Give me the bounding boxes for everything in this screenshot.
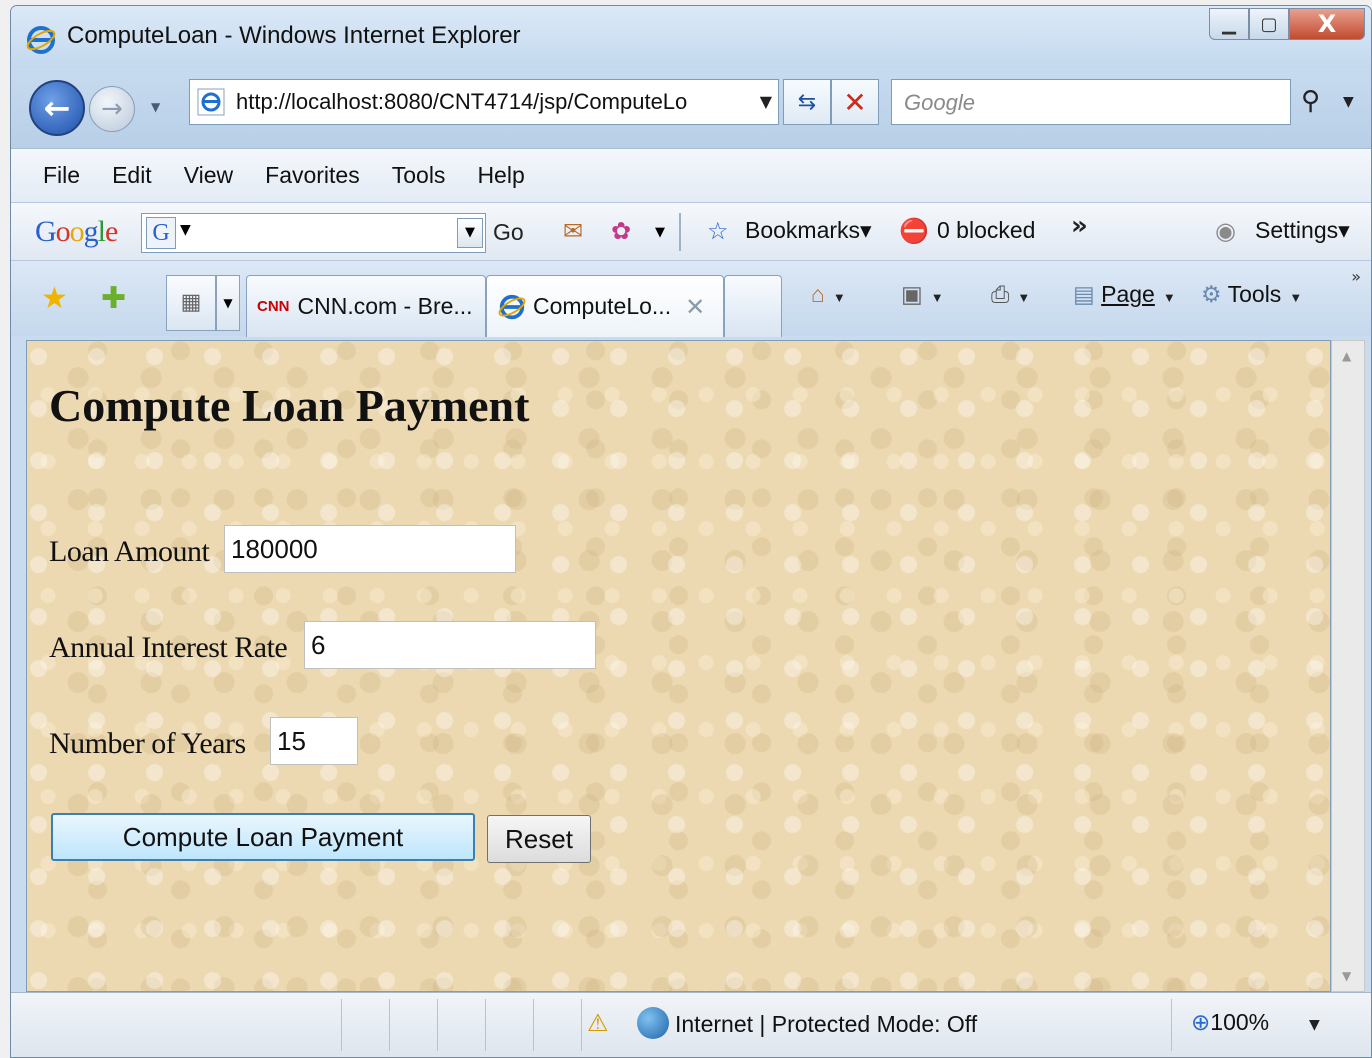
popup-blocker-icon[interactable]: ⛔ xyxy=(899,217,929,245)
menu-bar: File Edit View Favorites Tools Help xyxy=(11,148,1371,202)
zoom-level[interactable]: ⊕100% xyxy=(1191,1009,1269,1036)
window-controls: ▁ ▢ X xyxy=(1209,8,1365,40)
quick-tabs-icon[interactable]: ▦ xyxy=(166,275,216,331)
back-button[interactable]: ← xyxy=(29,80,85,136)
close-button[interactable]: X xyxy=(1289,8,1365,40)
google-toolbar: Google G ▼ ▼ Go ✉ ✿ ▼ ☆ Bookmarks▾ ⛔ 0 b… xyxy=(11,202,1371,260)
settings-icon[interactable]: ◉ xyxy=(1215,217,1236,245)
status-divider xyxy=(533,999,534,1051)
refresh-button[interactable]: ⇆ xyxy=(783,79,831,125)
stop-button[interactable]: ✕ xyxy=(831,79,879,125)
ie-icon xyxy=(26,26,56,54)
minimize-button[interactable]: ▁ xyxy=(1209,8,1249,40)
google-g-icon[interactable]: G xyxy=(146,217,176,249)
bookmarks-button[interactable]: Bookmarks▾ xyxy=(745,217,872,244)
feeds-icon[interactable]: ▣ ▼ xyxy=(901,281,944,308)
page-icon xyxy=(197,88,225,116)
gear-icon: ⚙ xyxy=(1201,281,1222,307)
scroll-down-icon[interactable]: ▼ xyxy=(1342,969,1351,983)
ie-icon xyxy=(498,294,526,319)
zoom-dropdown-icon[interactable]: ▼ xyxy=(1309,1017,1320,1033)
tab-label: CNN.com - Bre... xyxy=(297,293,473,319)
vertical-scrollbar[interactable]: ▲ ▼ xyxy=(1331,340,1365,992)
google-search-field[interactable]: G ▼ ▼ xyxy=(141,213,486,253)
status-divider xyxy=(485,999,486,1051)
reset-button[interactable]: Reset xyxy=(487,815,591,863)
pagerank-icon[interactable]: ✿ xyxy=(611,217,631,245)
tools-menu-button[interactable]: ⚙ Tools ▼ xyxy=(1201,281,1302,308)
tab-computeloan[interactable]: ComputeLo... ✕ xyxy=(486,275,724,337)
menu-tools[interactable]: Tools xyxy=(392,162,446,189)
status-bar: ⚠ Internet | Protected Mode: Off ⊕100% ▼ xyxy=(11,992,1371,1057)
print-icon[interactable]: ⎙ ▼ xyxy=(991,281,1030,308)
globe-icon xyxy=(637,1007,669,1039)
forward-button[interactable]: → xyxy=(89,86,135,132)
google-history-dropdown-icon[interactable]: ▼ xyxy=(457,218,483,248)
maximize-button[interactable]: ▢ xyxy=(1249,8,1289,40)
page-menu-label: Page xyxy=(1101,281,1155,307)
tools-menu-label: Tools xyxy=(1227,281,1282,307)
more-commands-chevron-icon[interactable]: » xyxy=(1351,267,1361,286)
search-options-dropdown-icon[interactable]: ▼ xyxy=(1343,94,1354,110)
loan-amount-input[interactable] xyxy=(224,525,516,573)
cnn-icon: CNN xyxy=(257,298,290,315)
status-divider xyxy=(1171,999,1172,1051)
interest-rate-label: Annual Interest Rate xyxy=(49,631,288,664)
menu-file[interactable]: File xyxy=(43,162,80,189)
window-title: ComputeLoan - Windows Internet Explorer xyxy=(67,22,521,49)
more-chevron-icon[interactable]: » xyxy=(1071,211,1088,241)
settings-button[interactable]: Settings▾ xyxy=(1255,217,1350,244)
zoom-value: 100% xyxy=(1210,1009,1270,1035)
close-tab-icon[interactable]: ✕ xyxy=(685,293,705,321)
add-to-favorites-icon[interactable]: ✚ xyxy=(101,281,126,316)
security-zone-status[interactable]: Internet | Protected Mode: Off xyxy=(675,1011,977,1038)
status-divider xyxy=(437,999,438,1051)
page-menu-button[interactable]: ▤ Page ▼ xyxy=(1073,281,1176,308)
favorites-center-icon[interactable]: ★ xyxy=(41,281,68,316)
search-input[interactable]: Google xyxy=(904,90,975,116)
google-logo[interactable]: Google xyxy=(35,215,118,249)
page-icon: ▤ xyxy=(1073,281,1095,307)
years-label: Number of Years xyxy=(49,727,246,760)
compute-loan-payment-button[interactable]: Compute Loan Payment xyxy=(51,813,475,861)
new-tab-button[interactable] xyxy=(724,275,782,337)
search-box[interactable]: Google xyxy=(891,79,1291,125)
scroll-up-icon[interactable]: ▲ xyxy=(1342,349,1351,363)
warning-icon[interactable]: ⚠ xyxy=(587,1009,609,1037)
status-divider xyxy=(389,999,390,1051)
address-input[interactable]: http://localhost:8080/CNT4714/jsp/Comput… xyxy=(236,89,744,115)
popup-blocked-count[interactable]: 0 blocked xyxy=(937,217,1035,244)
recent-pages-dropdown-icon[interactable]: ▼ xyxy=(151,100,160,114)
tab-cnn[interactable]: CNN CNN.com - Bre... xyxy=(246,275,486,337)
menu-help[interactable]: Help xyxy=(477,162,524,189)
page-content: Compute Loan Payment Loan Amount Annual … xyxy=(26,340,1331,992)
home-icon[interactable]: ⌂ ▼ xyxy=(811,281,846,308)
page-title: Compute Loan Payment xyxy=(49,380,530,431)
navigation-bar: ← → ▼ http://localhost:8080/CNT4714/jsp/… xyxy=(11,68,1371,148)
loan-amount-label: Loan Amount xyxy=(49,535,210,568)
bookmarks-star-icon[interactable]: ☆ xyxy=(707,217,729,245)
google-options-dropdown-icon[interactable]: ▼ xyxy=(180,222,191,238)
menu-edit[interactable]: Edit xyxy=(112,162,152,189)
years-input[interactable] xyxy=(270,717,358,765)
status-divider xyxy=(341,999,342,1051)
menu-favorites[interactable]: Favorites xyxy=(265,162,360,189)
toolbar-separator xyxy=(679,213,681,251)
address-bar[interactable]: http://localhost:8080/CNT4714/jsp/Comput… xyxy=(189,79,779,125)
pagerank-dropdown-icon[interactable]: ▼ xyxy=(655,225,665,240)
search-icon[interactable]: ⚲ xyxy=(1301,86,1320,116)
google-go-button[interactable]: Go xyxy=(493,219,524,246)
interest-rate-input[interactable] xyxy=(304,621,596,669)
title-bar: ComputeLoan - Windows Internet Explorer … xyxy=(11,6,1371,68)
address-dropdown-icon[interactable]: ▼ xyxy=(760,92,772,111)
browser-window: ComputeLoan - Windows Internet Explorer … xyxy=(10,5,1372,1058)
news-icon[interactable]: ✉ xyxy=(563,217,583,245)
menu-view[interactable]: View xyxy=(184,162,233,189)
tab-bar: ★ ✚ ▦ ▼ CNN CNN.com - Bre... ComputeLo..… xyxy=(11,260,1371,337)
status-divider xyxy=(581,999,582,1051)
tab-list-dropdown-icon[interactable]: ▼ xyxy=(216,275,240,331)
tab-label: ComputeLo... xyxy=(533,293,672,319)
zoom-icon: ⊕ xyxy=(1191,1009,1211,1035)
